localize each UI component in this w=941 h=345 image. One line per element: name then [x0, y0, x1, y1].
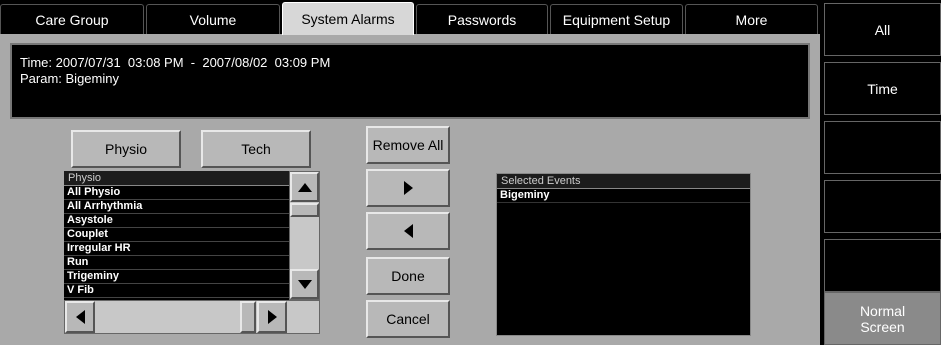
- physio-button[interactable]: Physio: [71, 130, 181, 168]
- chevron-left-icon: [75, 310, 85, 324]
- remove-all-button[interactable]: Remove All: [366, 126, 450, 164]
- softkey-blank-3[interactable]: [824, 239, 941, 292]
- normal-screen-button[interactable]: Normal Screen: [824, 292, 941, 345]
- tab-care-group[interactable]: Care Group: [0, 4, 144, 34]
- chevron-down-icon: [297, 279, 312, 289]
- event-list-header: Physio: [64, 171, 289, 186]
- list-item[interactable]: Trigeminy: [64, 270, 289, 284]
- add-event-button[interactable]: [366, 169, 450, 207]
- arrow-left-icon: [403, 224, 413, 238]
- time-button[interactable]: Time: [824, 62, 941, 115]
- filter-summary: Time: 2007/07/31 03:08 PM - 2007/08/02 0…: [10, 43, 810, 119]
- tab-volume[interactable]: Volume: [146, 4, 280, 34]
- scroll-thumb[interactable]: [290, 203, 319, 217]
- scroll-down-button[interactable]: [290, 269, 319, 299]
- main-panel: Care Group Volume System Alarms Password…: [0, 0, 820, 345]
- cancel-button[interactable]: Cancel: [366, 300, 450, 338]
- normal-screen-label-line2: Screen: [860, 318, 905, 335]
- chevron-right-icon: [267, 310, 277, 324]
- softkey-blank-2[interactable]: [824, 180, 941, 233]
- list-item[interactable]: Asystole: [64, 214, 289, 228]
- all-button[interactable]: All: [824, 3, 941, 56]
- done-button[interactable]: Done: [366, 257, 450, 295]
- arrow-right-icon: [403, 181, 413, 195]
- list-item[interactable]: V Fib: [64, 284, 289, 298]
- normal-screen-label-line1: Normal: [859, 302, 906, 319]
- list-item[interactable]: All Arrhythmia: [64, 200, 289, 214]
- list-item[interactable]: Couplet: [64, 228, 289, 242]
- event-list[interactable]: Physio All Physio All Arrhythmia Asystol…: [64, 171, 289, 300]
- selected-events-list[interactable]: Selected Events Bigeminy: [496, 173, 751, 336]
- tab-more[interactable]: More: [685, 4, 818, 34]
- scroll-left-button[interactable]: [65, 301, 95, 333]
- event-list-horizontal-scrollbar[interactable]: [64, 300, 320, 334]
- param-text: Param: Bigeminy: [20, 71, 119, 86]
- tab-equipment-setup[interactable]: Equipment Setup: [550, 4, 683, 34]
- tech-button[interactable]: Tech: [201, 130, 311, 168]
- remove-event-button[interactable]: [366, 212, 450, 250]
- list-item[interactable]: All Physio: [64, 186, 289, 200]
- scroll-up-button[interactable]: [290, 172, 319, 202]
- event-list-vertical-scrollbar[interactable]: [289, 171, 320, 300]
- tab-system-alarms[interactable]: System Alarms: [282, 2, 414, 35]
- selected-events-header: Selected Events: [497, 174, 750, 189]
- tab-bar: Care Group Volume System Alarms Password…: [0, 0, 820, 35]
- list-item[interactable]: Irregular HR: [64, 242, 289, 256]
- tab-passwords[interactable]: Passwords: [416, 4, 548, 34]
- chevron-up-icon: [297, 182, 312, 192]
- softkey-blank-1[interactable]: [824, 121, 941, 174]
- scroll-h-thumb[interactable]: [240, 301, 256, 333]
- time-range-text: Time: 2007/07/31 03:08 PM - 2007/08/02 0…: [20, 55, 331, 70]
- list-item[interactable]: Run: [64, 256, 289, 270]
- list-item[interactable]: Bigeminy: [497, 189, 750, 203]
- scroll-right-button[interactable]: [257, 301, 287, 333]
